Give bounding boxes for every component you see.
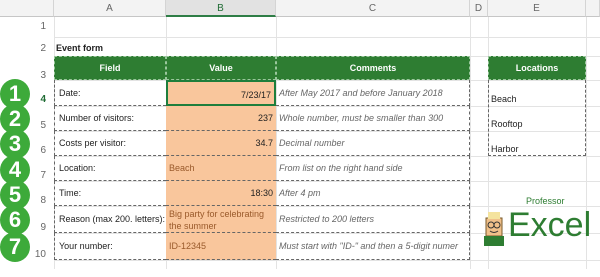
value-reason-line2: the summer	[169, 221, 217, 231]
value-visitors-cell[interactable]: 237	[166, 106, 276, 131]
field-label: Number of visitors:	[54, 106, 166, 131]
column-header-e[interactable]: E	[488, 0, 586, 17]
step-badge-7: 7	[0, 232, 30, 262]
row-header-3[interactable]: 3	[0, 56, 54, 81]
spreadsheet: A B C D E 1 2 3 4 5 6 7 8 9 10 Event for…	[0, 0, 600, 269]
header-value: Value	[166, 56, 276, 80]
grid-line	[54, 260, 600, 261]
form-title: Event form	[56, 43, 104, 53]
header-comments: Comments	[276, 56, 470, 80]
value-date-cell[interactable]: 7/23/17	[166, 80, 276, 106]
location-item[interactable]: Harbor	[491, 143, 519, 156]
location-item[interactable]: Rooftop	[491, 118, 523, 131]
field-label: Reason (max 200. letters):	[54, 206, 166, 233]
field-label: Time:	[54, 181, 166, 206]
header-field: Field	[54, 56, 166, 80]
row-header-1[interactable]: 1	[0, 17, 54, 37]
grid-line	[54, 37, 600, 38]
value-reason-line1: Big party for celebrating	[169, 209, 265, 219]
comment-cell: Decimal number	[276, 131, 470, 156]
column-header-f[interactable]	[586, 0, 600, 17]
header-locations: Locations	[488, 56, 586, 80]
value-costs-cell[interactable]: 34.7	[166, 131, 276, 156]
comment-cell: Restricted to 200 letters	[276, 206, 470, 233]
field-label: Date:	[54, 80, 166, 106]
value-time-cell[interactable]: 18:30	[166, 181, 276, 206]
column-header-b[interactable]: B	[166, 0, 276, 17]
value-reason-cell[interactable]: Big party for celebrating the summer	[166, 206, 276, 233]
grid-line	[470, 17, 471, 269]
column-header-d[interactable]: D	[470, 0, 488, 17]
field-label: Location:	[54, 156, 166, 181]
professor-excel-logo: Professor Excel	[482, 188, 592, 258]
value-location-cell[interactable]: Beach	[166, 156, 276, 181]
location-item[interactable]: Beach	[491, 93, 517, 106]
corner-cell[interactable]	[0, 0, 54, 17]
row-header-2[interactable]: 2	[0, 37, 54, 56]
comment-cell: Whole number, must be smaller than 300	[276, 106, 470, 131]
comment-cell: From list on the right hand side	[276, 156, 470, 181]
logo-professor-text: Professor	[526, 196, 565, 206]
column-header-c[interactable]: C	[276, 0, 470, 17]
value-number-cell[interactable]: ID-12345	[166, 233, 276, 260]
comment-cell: After May 2017 and before January 2018	[276, 80, 470, 106]
step-badge-6: 6	[0, 205, 30, 235]
column-header-a[interactable]: A	[54, 0, 166, 17]
field-label: Costs per visitor:	[54, 131, 166, 156]
comment-cell: Must start with "ID-" and then a 5-digit…	[276, 233, 470, 260]
comment-cell: After 4 pm	[276, 181, 470, 206]
field-label: Your number:	[54, 233, 166, 260]
logo-excel-text: Excel	[508, 206, 592, 244]
